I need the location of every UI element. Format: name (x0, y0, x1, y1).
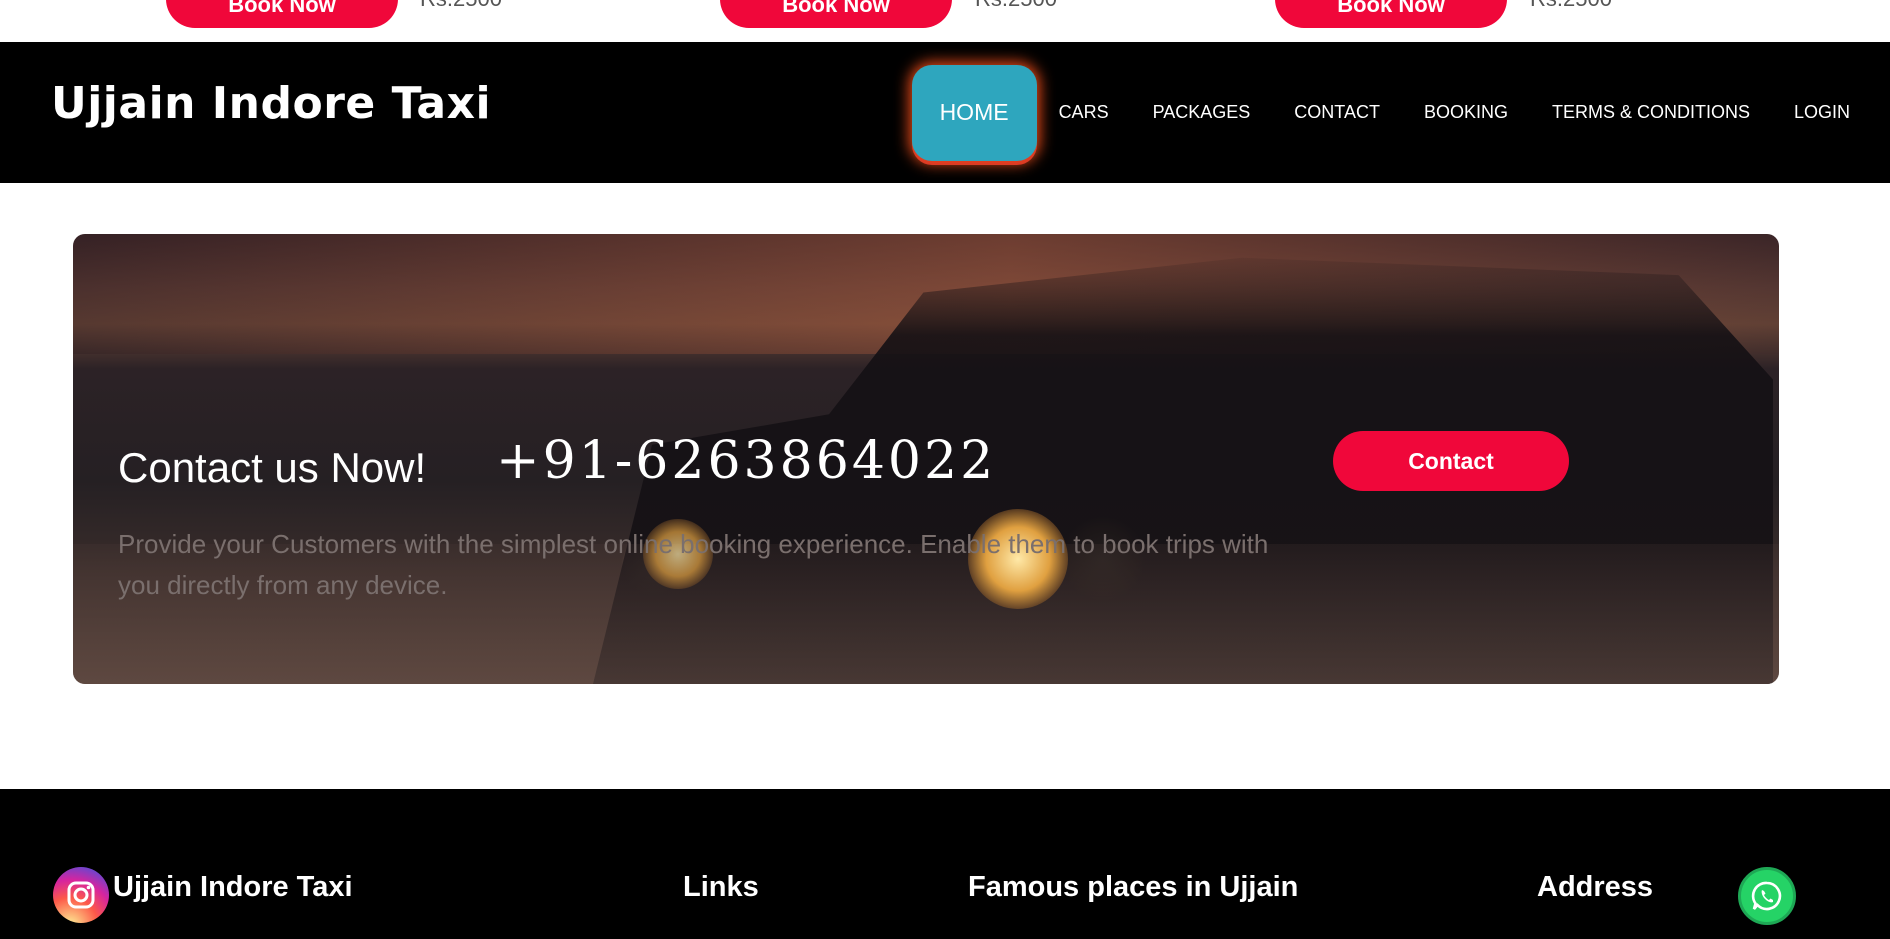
hero-content: Contact us Now! +91-6263864022 Provide y… (73, 234, 1779, 684)
book-now-button[interactable]: Book Now (720, 0, 952, 28)
footer-brand-heading: Ujjain Indore Taxi (113, 871, 353, 903)
footer: Ujjain Indore Taxi Links Famous places i… (0, 789, 1890, 939)
nav-packages[interactable]: PACKAGES (1131, 42, 1273, 183)
book-now-button[interactable]: Book Now (166, 0, 398, 28)
nav-booking[interactable]: BOOKING (1402, 42, 1530, 183)
contact-hero-card: Contact us Now! +91-6263864022 Provide y… (73, 234, 1779, 684)
nav-login[interactable]: LOGIN (1772, 42, 1890, 183)
book-now-button[interactable]: Book Now (1275, 0, 1507, 28)
brand-logo-text[interactable]: Ujjain Indore Taxi (51, 78, 491, 129)
nav-contact[interactable]: CONTACT (1272, 42, 1402, 183)
whatsapp-icon[interactable] (1738, 867, 1796, 925)
nav-home[interactable]: HOME (911, 64, 1037, 161)
footer-famous-places-heading: Famous places in Ujjain (968, 871, 1299, 903)
card-price: Rs.2500 (1530, 0, 1612, 12)
main-nav: HOME CARS PACKAGES CONTACT BOOKING TERMS… (911, 42, 1890, 183)
footer-address-heading: Address (1537, 871, 1654, 903)
nav-cars[interactable]: CARS (1037, 42, 1131, 183)
top-card-strip: Book Now Rs.2500 Book Now Rs.2500 Book N… (0, 0, 1890, 42)
navbar: Ujjain Indore Taxi HOME CARS PACKAGES CO… (0, 42, 1890, 183)
nav-terms[interactable]: TERMS & CONDITIONS (1530, 42, 1772, 183)
card-price: Rs.2500 (420, 0, 502, 12)
hero-description: Provide your Customers with the simplest… (118, 529, 1269, 600)
contact-button[interactable]: Contact (1333, 431, 1569, 491)
card-price: Rs.2500 (975, 0, 1057, 12)
footer-links-heading: Links (683, 871, 759, 903)
hero-title: Contact us Now! (118, 444, 427, 491)
instagram-icon[interactable] (53, 867, 109, 923)
hero-phone-number[interactable]: +91-6263864022 (496, 431, 996, 491)
